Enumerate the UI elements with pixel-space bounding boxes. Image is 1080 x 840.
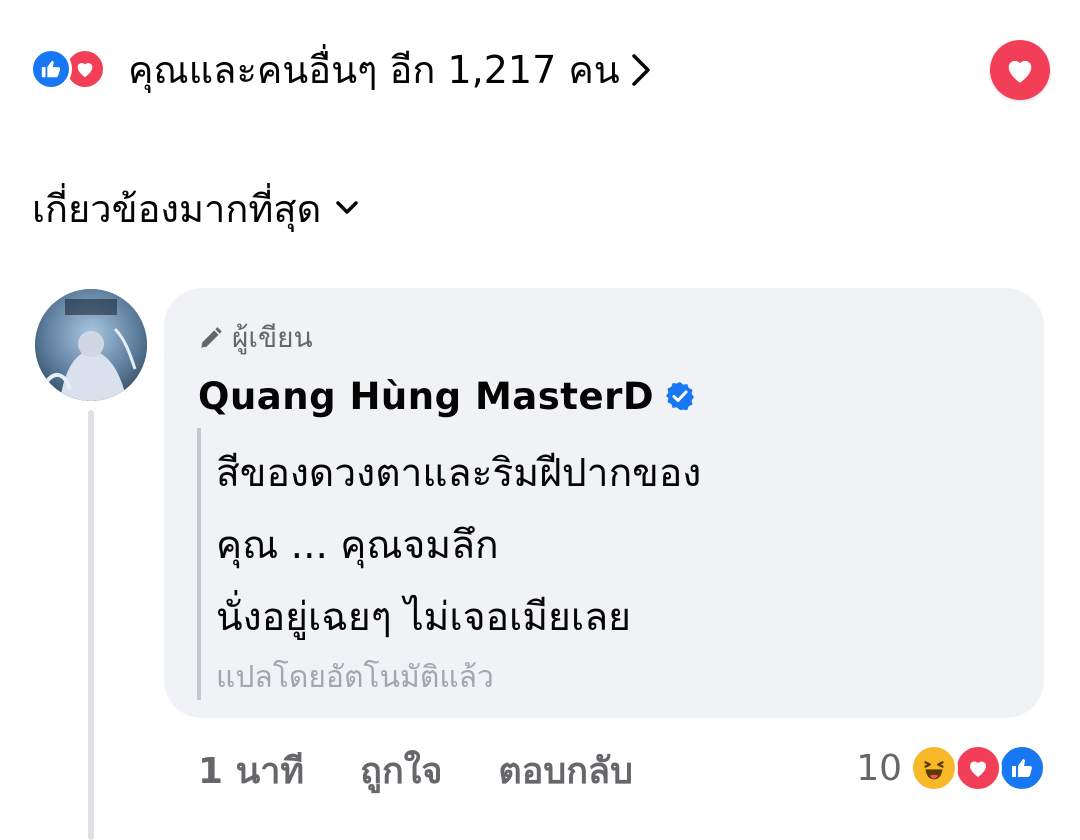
reactions-summary-row[interactable]: คุณและคนอื่นๆ อีก 1,217 คน [30,38,1050,102]
sort-label: เกี่ยวข้องมากที่สุด [32,186,322,231]
comment-line: สีของดวงตาและริมฝีปากของ [216,451,702,496]
reply-button[interactable]: ตอบกลับ [498,742,633,799]
love-icon[interactable] [990,40,1050,100]
reaction-icons [910,744,1046,792]
like-icon [30,48,72,90]
like-button[interactable]: ถูกใจ [360,742,442,799]
comment-text: สีของดวงตาและริมฝีปากของ คุณ ... คุณจมลึ… [216,438,1016,654]
comment-reactions[interactable]: 10 [856,738,1046,798]
chevron-right-icon[interactable] [630,52,652,88]
like-icon [998,744,1046,792]
author-name[interactable]: Quang Hùng MasterD [198,375,654,418]
reaction-icons [30,48,122,92]
reaction-count: 10 [856,747,902,789]
quote-bar [197,428,201,700]
comment-sort-dropdown[interactable]: เกี่ยวข้องมากที่สุด [32,178,359,238]
reactions-summary-text[interactable]: คุณและคนอื่นๆ อีก 1,217 คน [128,38,620,102]
comment-time: 1 นาที [198,750,305,792]
verified-badge-icon [664,380,696,412]
chevron-down-icon [335,200,359,216]
translated-note[interactable]: แปลโดยอัตโนมัติแล้ว [216,656,494,700]
love-icon [954,744,1002,792]
comment-line: คุณ ... คุณจมลึก [216,523,499,568]
author-badge-label: ผู้เขียน [232,321,313,354]
comment-actions: 1 นาที ถูกใจ ตอบกลับ [198,740,689,800]
comment-line: นั่งอยู่เฉยๆ ไม่เจอเมียเลย [216,595,631,640]
avatar[interactable] [35,289,147,401]
thread-line [88,410,94,840]
comment-author[interactable]: Quang Hùng MasterD [198,368,696,424]
author-badge: ผู้เขียน [198,318,313,358]
pencil-icon [198,325,224,351]
haha-icon [910,744,958,792]
